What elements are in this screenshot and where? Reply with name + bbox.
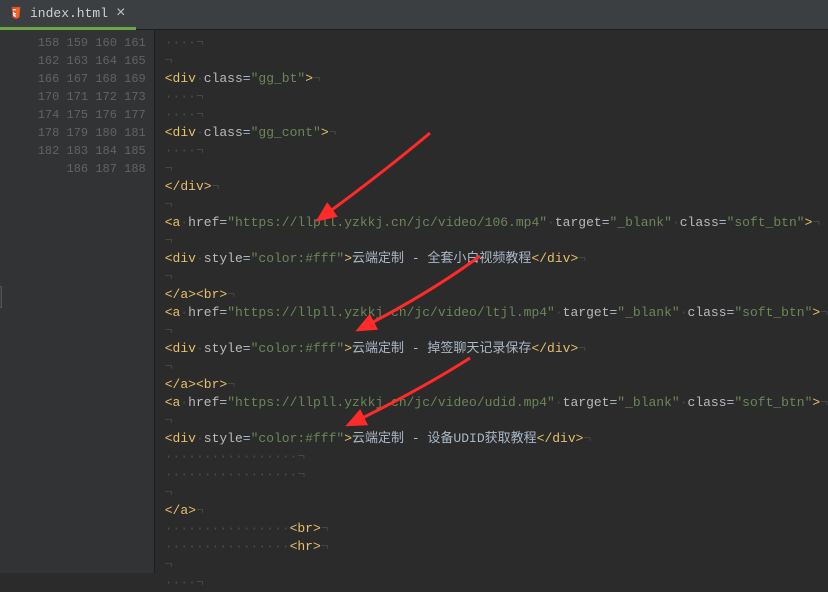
- code-line[interactable]: ····¬: [165, 34, 828, 52]
- gutter-collapse-icon[interactable]: ‹: [0, 286, 2, 308]
- code-line[interactable]: <div·style="color:#fff">云端定制 - 设备UDID获取教…: [165, 430, 828, 448]
- code-line[interactable]: ¬: [165, 52, 828, 70]
- code-line[interactable]: <div·class="gg_bt">¬: [165, 70, 828, 88]
- code-line[interactable]: ·················¬: [165, 466, 828, 484]
- code-line[interactable]: ····¬: [165, 574, 828, 592]
- code-line[interactable]: ················<br>¬: [165, 520, 828, 538]
- code-line[interactable]: ····¬: [165, 88, 828, 106]
- code-line[interactable]: ¬: [165, 322, 828, 340]
- tab-title: index.html: [30, 6, 108, 21]
- code-line[interactable]: </a><br>¬: [165, 376, 828, 394]
- code-line[interactable]: ¬: [165, 358, 828, 376]
- code-editor[interactable]: ‹ 158 159 160 161 162 163 164 165 166 16…: [0, 30, 828, 573]
- code-line[interactable]: <a·href="https://llpll.yzkkj.cn/jc/video…: [165, 304, 828, 322]
- code-line[interactable]: ················<hr>¬: [165, 538, 828, 556]
- code-line[interactable]: </div>¬: [165, 178, 828, 196]
- code-line[interactable]: ¬: [165, 268, 828, 286]
- code-line[interactable]: ¬: [165, 556, 828, 574]
- close-icon[interactable]: ×: [114, 5, 126, 21]
- file-tab[interactable]: index.html ×: [0, 0, 136, 30]
- code-area[interactable]: ····¬¬<div·class="gg_bt">¬····¬····¬<div…: [155, 30, 828, 573]
- code-line[interactable]: ¬: [165, 232, 828, 250]
- code-line[interactable]: <div·style="color:#fff">云端定制 - 掉签聊天记录保存<…: [165, 340, 828, 358]
- code-line[interactable]: <a·href="https://llpll.yzkkj.cn/jc/video…: [165, 394, 828, 412]
- code-line[interactable]: ····¬: [165, 106, 828, 124]
- code-line[interactable]: <a·href="https://llpll.yzkkj.cn/jc/video…: [165, 214, 828, 232]
- code-line[interactable]: ·················¬: [165, 448, 828, 466]
- line-number-gutter: 158 159 160 161 162 163 164 165 166 167 …: [0, 30, 155, 573]
- code-line[interactable]: <div·style="color:#fff">云端定制 - 全套小白视频教程<…: [165, 250, 828, 268]
- tab-bar: index.html ×: [0, 0, 828, 30]
- code-line[interactable]: ····¬: [165, 142, 828, 160]
- code-line[interactable]: ¬: [165, 412, 828, 430]
- code-line[interactable]: ¬: [165, 160, 828, 178]
- code-line[interactable]: ¬: [165, 196, 828, 214]
- code-line[interactable]: </a><br>¬: [165, 286, 828, 304]
- code-line[interactable]: ¬: [165, 484, 828, 502]
- code-line[interactable]: <div·class="gg_cont">¬: [165, 124, 828, 142]
- html5-file-icon: [8, 5, 24, 21]
- code-line[interactable]: </a>¬: [165, 502, 828, 520]
